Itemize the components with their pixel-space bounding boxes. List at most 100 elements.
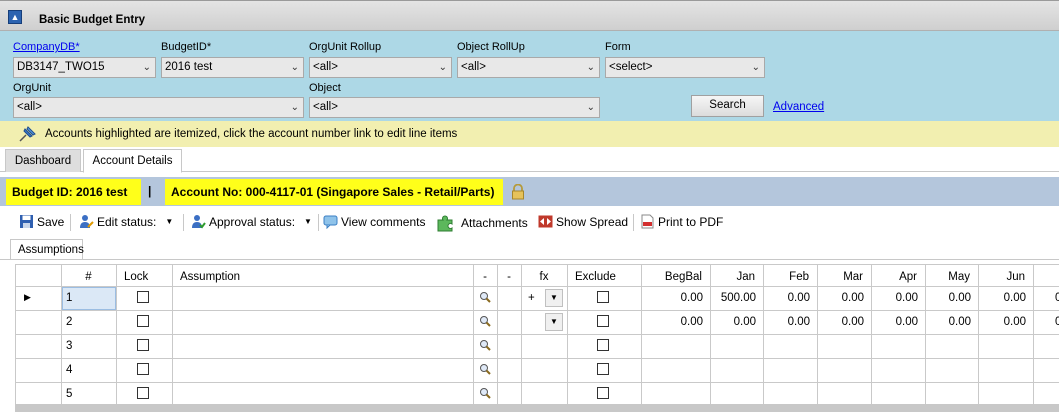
fx-dropdown-button[interactable]: ▼ bbox=[545, 289, 563, 307]
filter-panel: CompanyDB* DB3147_TWO15 ⌄ BudgetID* 2016 … bbox=[0, 31, 1059, 121]
column-header[interactable]: Apr bbox=[871, 271, 917, 283]
exclude-checkbox[interactable] bbox=[597, 363, 609, 375]
fx-dropdown-button[interactable]: ▼ bbox=[545, 313, 563, 331]
column-header[interactable]: Mar bbox=[817, 271, 863, 283]
edit-status-button[interactable]: Edit status: ▼ bbox=[79, 214, 173, 229]
form-select[interactable]: <select> ⌄ bbox=[605, 57, 765, 78]
row-number: 3 bbox=[66, 340, 73, 352]
object-select[interactable]: <all> ⌄ bbox=[309, 97, 600, 118]
tab-dashboard[interactable]: Dashboard bbox=[5, 149, 81, 172]
fx-operator: + bbox=[528, 292, 535, 304]
orgunit-rollup-select[interactable]: <all> ⌄ bbox=[309, 57, 452, 78]
assumption-cell[interactable] bbox=[172, 286, 473, 310]
grid-line bbox=[15, 264, 1059, 265]
save-button[interactable]: Save bbox=[19, 214, 64, 229]
amount-cell-jan[interactable]: 0.00 bbox=[710, 316, 756, 328]
window-title-bar: ▲ Basic Budget Entry bbox=[0, 0, 1059, 31]
table-row[interactable]: 5 bbox=[15, 382, 1059, 406]
view-comments-button[interactable]: View comments bbox=[323, 214, 425, 229]
magnifier-icon[interactable] bbox=[479, 339, 491, 351]
column-header[interactable]: Assumption bbox=[180, 271, 240, 283]
header-separator: | bbox=[148, 184, 152, 198]
object-rollup-label: Object RollUp bbox=[457, 41, 525, 53]
amount-cell-jun[interactable]: 0.00 bbox=[978, 316, 1026, 328]
row-number: 5 bbox=[66, 388, 73, 400]
exclude-checkbox[interactable] bbox=[597, 339, 609, 351]
amount-cell-feb[interactable]: 0.00 bbox=[763, 292, 810, 304]
magnifier-icon[interactable] bbox=[479, 291, 491, 303]
lock-checkbox[interactable] bbox=[137, 291, 149, 303]
amount-cell-apr[interactable]: 0.00 bbox=[871, 316, 918, 328]
column-header[interactable]: Exclude bbox=[575, 271, 616, 283]
form-label: Form bbox=[605, 41, 631, 53]
attachments-button[interactable]: Attachments bbox=[436, 214, 528, 232]
exclude-checkbox[interactable] bbox=[597, 291, 609, 303]
amount-cell-begbal[interactable]: 0.00 bbox=[641, 316, 703, 328]
amount-cell-feb[interactable]: 0.00 bbox=[763, 316, 810, 328]
toolbar: Save Edit status: ▼ Approval status: ▼ Vie… bbox=[0, 207, 1059, 237]
tab-account-details[interactable]: Account Details bbox=[83, 149, 182, 173]
assumption-cell[interactable] bbox=[172, 310, 473, 334]
orgunit-rollup-label: OrgUnit Rollup bbox=[309, 41, 382, 53]
amount-cell-jan[interactable]: 500.00 bbox=[710, 292, 756, 304]
account-number-badge: Account No: 000-4117-01 (Singapore Sales… bbox=[165, 179, 503, 205]
amount-cell-mar[interactable]: 0.00 bbox=[817, 316, 864, 328]
magnifier-icon[interactable] bbox=[479, 363, 491, 375]
column-header[interactable]: Lock bbox=[124, 271, 148, 283]
account-header: Budget ID: 2016 test | Account No: 000-4… bbox=[0, 177, 1059, 206]
object-rollup-select[interactable]: <all> ⌄ bbox=[457, 57, 600, 78]
collapse-icon[interactable]: ▲ bbox=[8, 10, 22, 24]
assumption-cell[interactable] bbox=[172, 358, 473, 382]
table-row[interactable]: ▶ 1 + ▼ 0.00 500.00 0.00 0.00 0.00 0.00 0.00 0 bbox=[15, 286, 1059, 310]
assumption-cell[interactable] bbox=[172, 382, 473, 406]
exclude-checkbox[interactable] bbox=[597, 387, 609, 399]
column-header[interactable]: - bbox=[497, 271, 521, 283]
lock-checkbox[interactable] bbox=[137, 315, 149, 327]
amount-cell-may[interactable]: 0.00 bbox=[925, 316, 971, 328]
row-number: 1 bbox=[66, 292, 73, 304]
print-pdf-button[interactable]: Print to PDF bbox=[640, 214, 723, 229]
amount-cell-overflow[interactable]: 0 bbox=[1055, 316, 1059, 328]
amount-cell-overflow[interactable]: 0 bbox=[1055, 292, 1059, 304]
show-spread-button[interactable]: Show Spread bbox=[538, 214, 628, 229]
approval-status-icon bbox=[192, 215, 206, 229]
row-number: 2 bbox=[66, 316, 73, 328]
row-number: 4 bbox=[66, 364, 73, 376]
lock-checkbox[interactable] bbox=[137, 363, 149, 375]
toolbar-divider bbox=[183, 214, 184, 231]
column-header[interactable]: May bbox=[925, 271, 970, 283]
tab-assumptions[interactable]: Assumptions bbox=[10, 239, 84, 260]
table-row[interactable]: 3 bbox=[15, 334, 1059, 358]
column-header[interactable]: Jan bbox=[710, 271, 755, 283]
orgunit-select[interactable]: <all> ⌄ bbox=[13, 97, 304, 118]
approval-status-button[interactable]: Approval status: ▼ bbox=[191, 214, 312, 229]
amount-cell-begbal[interactable]: 0.00 bbox=[641, 292, 703, 304]
column-header[interactable]: Feb bbox=[763, 271, 809, 283]
table-row[interactable]: 2 ▼ 0.00 0.00 0.00 0.00 0.00 0.00 0.00 0 bbox=[15, 310, 1059, 334]
column-header[interactable]: - bbox=[473, 271, 497, 283]
amount-cell-may[interactable]: 0.00 bbox=[925, 292, 971, 304]
magnifier-icon[interactable] bbox=[479, 315, 491, 327]
search-button[interactable]: Search bbox=[691, 95, 764, 117]
column-header[interactable]: # bbox=[61, 271, 116, 283]
companydb-select[interactable]: DB3147_TWO15 ⌄ bbox=[13, 57, 156, 78]
companydb-label[interactable]: CompanyDB* bbox=[13, 41, 80, 53]
save-icon bbox=[20, 215, 33, 228]
table-row[interactable]: 4 bbox=[15, 358, 1059, 382]
column-header[interactable]: fx bbox=[521, 271, 567, 283]
assumption-cell[interactable] bbox=[172, 334, 473, 358]
magnifier-icon[interactable] bbox=[479, 387, 491, 399]
pdf-icon bbox=[641, 214, 654, 229]
column-header[interactable]: Jun bbox=[978, 271, 1025, 283]
exclude-checkbox[interactable] bbox=[597, 315, 609, 327]
advanced-link[interactable]: Advanced bbox=[773, 101, 824, 113]
lock-checkbox[interactable] bbox=[137, 387, 149, 399]
horizontal-scrollbar[interactable] bbox=[15, 404, 1059, 412]
lock-checkbox[interactable] bbox=[137, 339, 149, 351]
chevron-down-icon: ⌄ bbox=[586, 102, 595, 113]
amount-cell-apr[interactable]: 0.00 bbox=[871, 292, 918, 304]
amount-cell-jun[interactable]: 0.00 bbox=[978, 292, 1026, 304]
budgetid-select[interactable]: 2016 test ⌄ bbox=[161, 57, 304, 78]
column-header[interactable]: BegBal bbox=[641, 271, 702, 283]
amount-cell-mar[interactable]: 0.00 bbox=[817, 292, 864, 304]
